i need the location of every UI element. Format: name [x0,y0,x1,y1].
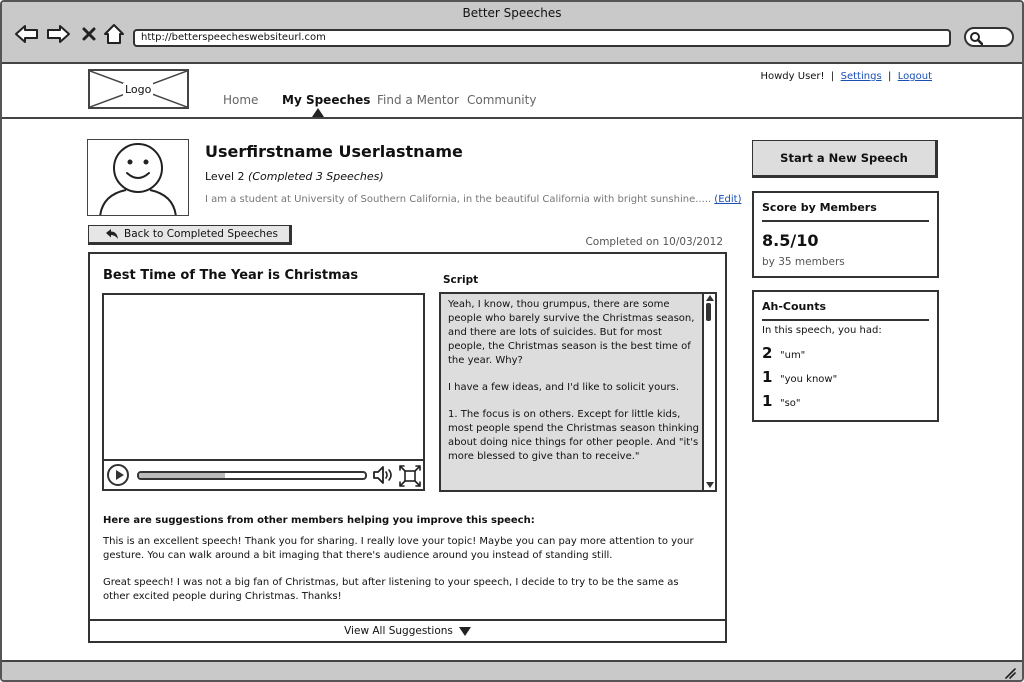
script-paragraph: 1. The focus is on others. Except for li… [448,409,699,462]
score-card: Score by Members 8.5/10 by 35 members [752,191,939,278]
ah-count-number: 1 [762,368,773,386]
ah-count-number: 2 [762,344,773,362]
address-bar[interactable]: http://betterspeecheswebsiteurl.com [133,29,951,47]
forward-arrow-icon[interactable] [45,22,71,46]
script-paragraph: Yeah, I know, thou grumpus, there are so… [448,299,695,366]
profile-name: Userfirstname Userlastname [205,142,463,161]
profile-level: Level 2 (Completed 3 Speeches) [205,170,384,183]
score-value: 8.5/10 [762,231,819,250]
video-progress-bar[interactable] [137,471,367,480]
video-controls [104,459,423,489]
nav-my-speeches[interactable]: My Speeches [282,93,370,107]
ah-count-row: 1 "you know" [762,368,837,386]
ah-count-word: "so" [780,398,801,409]
profile-bio: I am a student at University of Southern… [205,194,741,205]
separator: | [888,71,892,82]
back-arrow-icon [106,229,118,239]
site-header: Logo Home My Speeches Find a Mentor Comm… [2,64,1022,119]
bio-text: I am a student at University of Southern… [205,194,712,205]
ah-count-row: 2 "um" [762,344,805,362]
browser-status-bar [2,660,1022,680]
edit-bio-link[interactable]: (Edit) [714,194,741,205]
speech-title: Best Time of The Year is Christmas [103,268,359,283]
user-avatar-icon [99,143,177,215]
view-all-suggestions-button[interactable]: View All Suggestions [90,619,725,641]
ah-count-word: "you know" [780,374,838,385]
completed-count-note: (Completed 3 Speeches) [248,170,384,183]
video-player[interactable] [102,293,425,491]
greeting-text: Howdy User! [760,71,825,82]
window-title: Better Speeches [462,6,562,20]
script-text: Yeah, I know, thou grumpus, there are so… [448,298,700,477]
scroll-up-icon[interactable] [706,295,714,301]
view-all-label: View All Suggestions [344,625,453,637]
settings-link[interactable]: Settings [841,71,882,82]
completed-date: Completed on 10/03/2012 [585,236,723,248]
avatar [87,139,189,216]
volume-icon[interactable] [372,465,396,485]
fullscreen-icon[interactable] [399,465,421,487]
ah-count-word: "um" [780,350,806,361]
ah-counts-card: Ah-Counts In this speech, you had: 2 "um… [752,290,939,422]
ah-counts-intro: In this speech, you had: [762,325,882,336]
logout-link[interactable]: Logout [898,71,932,82]
ah-count-row: 1 "so" [762,392,801,410]
chevron-down-icon [458,626,471,636]
browser-window: Better Speeches http://betterspeechesweb… [0,0,1024,682]
script-text-box[interactable]: Yeah, I know, thou grumpus, there are so… [439,292,717,492]
back-to-completed-speeches-button[interactable]: Back to Completed Speeches [88,225,292,245]
ah-counts-title: Ah-Counts [762,300,827,313]
suggestions-heading: Here are suggestions from other members … [103,515,535,526]
score-title: Score by Members [762,201,877,214]
suggestion-item: Great speech! I was not a big fan of Chr… [103,577,679,602]
separator: | [830,71,835,82]
back-button-label: Back to Completed Speeches [124,228,278,240]
start-new-speech-button[interactable]: Start a New Speech [752,140,938,178]
nav-find-a-mentor[interactable]: Find a Mentor [377,93,459,107]
ah-count-number: 1 [762,392,773,410]
back-arrow-icon[interactable] [14,22,40,46]
script-paragraph: I have a few ideas, and I'd like to soli… [448,382,680,393]
script-label: Script [443,274,479,286]
site-logo[interactable]: Logo [88,69,189,109]
play-button[interactable] [107,464,129,486]
speech-panel: Best Time of The Year is Christmas Scrip… [88,252,727,643]
search-icon [970,32,983,45]
stop-icon[interactable] [76,22,102,46]
scroll-down-icon[interactable] [706,482,714,488]
script-scrollbar[interactable] [702,294,715,490]
suggestion-item: This is an excellent speech! Thank you f… [103,536,694,561]
nav-community[interactable]: Community [467,93,536,107]
video-progress-fill [139,473,225,478]
browser-title-bar: Better Speeches http://betterspeechesweb… [2,2,1022,64]
browser-search-field[interactable] [964,27,1014,47]
level-text: Level 2 [205,170,245,183]
home-icon[interactable] [101,22,127,46]
resize-grip-icon[interactable] [1004,667,1016,679]
score-member-count: by 35 members [762,256,845,268]
user-links: Howdy User! | Settings | Logout [760,71,932,82]
nav-home[interactable]: Home [223,93,258,107]
logo-text: Logo [123,83,154,96]
active-nav-indicator [312,108,324,117]
scroll-thumb[interactable] [706,303,711,321]
divider [762,220,929,222]
divider [762,319,929,321]
